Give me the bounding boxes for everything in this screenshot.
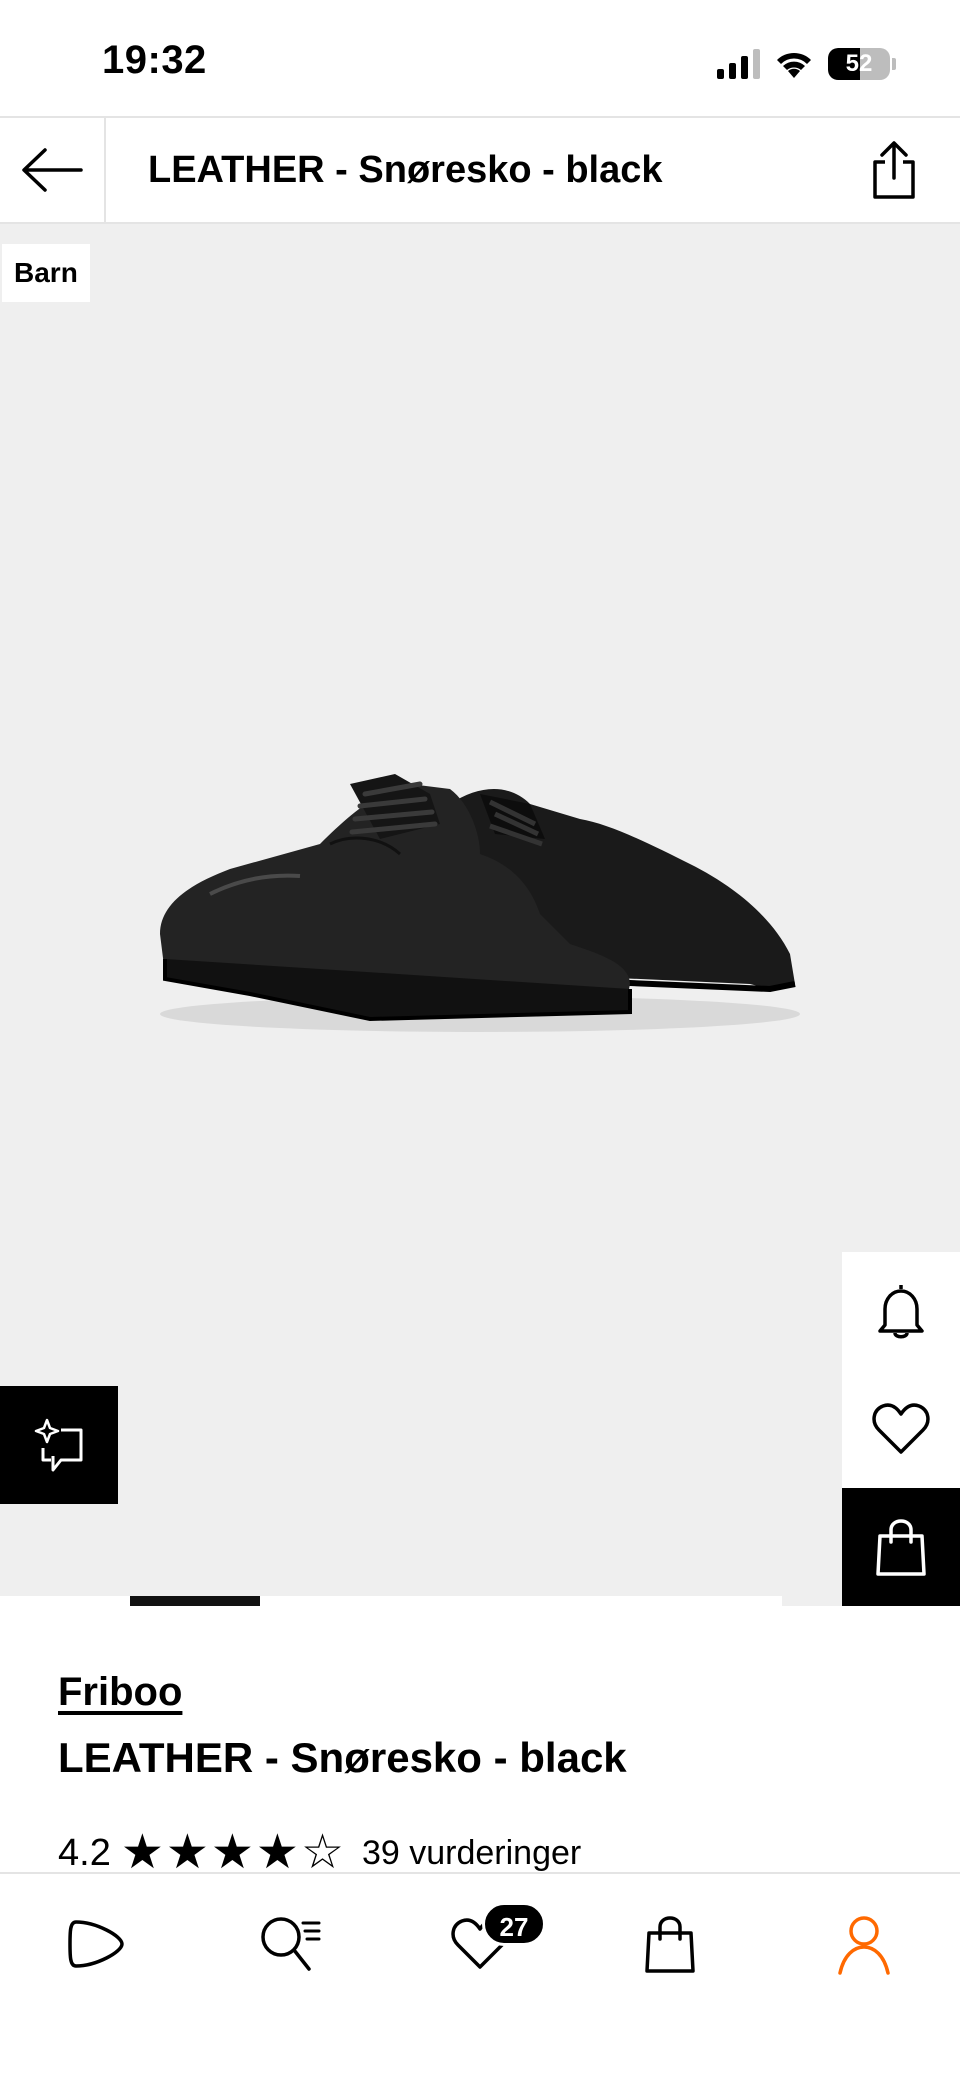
nav-item-profile[interactable] [824, 1904, 904, 1984]
share-icon [873, 141, 915, 199]
back-button[interactable] [0, 118, 106, 222]
signal-icon [717, 49, 760, 79]
profile-icon [838, 1916, 890, 1975]
status-bar: 19:32 52 [0, 0, 960, 116]
star-empty-icon: ☆ [300, 1826, 344, 1879]
carousel-progress [0, 1596, 782, 1606]
status-icons: 52 [717, 44, 896, 84]
star-filled-icon: ★ [165, 1826, 209, 1879]
product-side-actions [842, 1252, 960, 1606]
product-name: LEATHER - Snøresko - black [58, 1734, 627, 1781]
rating-stars: ★ ★ ★ ★ ☆ [121, 1829, 344, 1877]
wishlist-button[interactable] [842, 1370, 960, 1488]
add-to-bag-button[interactable] [842, 1488, 960, 1606]
header: LEATHER - Snøresko - black [0, 116, 960, 224]
status-time: 19:32 [102, 38, 207, 82]
carousel-progress-indicator [130, 1596, 260, 1606]
rating-value: 4.2 [58, 1831, 111, 1874]
ai-assistant-button[interactable] [0, 1386, 118, 1504]
shopping-bag-icon [876, 1519, 926, 1576]
brand-link[interactable]: Friboo [58, 1670, 182, 1715]
product-image-carousel[interactable]: Barn [0, 224, 960, 1606]
nav-item-wishlist[interactable]: 27 [440, 1902, 546, 1984]
rating-count: 39 vurderinger [361, 1833, 582, 1872]
sparkle-chat-icon [34, 1418, 83, 1472]
star-filled-icon: ★ [210, 1826, 254, 1879]
category-tag: Barn [2, 244, 90, 302]
nav-item-search[interactable] [250, 1904, 330, 1984]
wifi-icon [777, 52, 811, 78]
header-title: LEATHER - Snøresko - black [148, 149, 663, 191]
notify-button[interactable] [842, 1252, 960, 1370]
star-filled-icon: ★ [255, 1826, 299, 1879]
battery-icon: 52 [828, 48, 890, 80]
arrow-left-icon [22, 148, 83, 192]
shopping-bag-icon [645, 1916, 695, 1973]
bell-icon [878, 1285, 924, 1339]
nav-item-bag[interactable] [630, 1904, 710, 1984]
product-shoe-image [160, 774, 800, 1032]
search-icon [261, 1917, 321, 1971]
share-button[interactable] [862, 138, 926, 202]
wishlist-count-badge: 27 [482, 1902, 546, 1946]
nav-item-discover[interactable] [56, 1904, 136, 1984]
battery-percent: 52 [845, 50, 873, 77]
play-icon [68, 1920, 124, 1968]
star-filled-icon: ★ [120, 1826, 164, 1879]
heart-icon [872, 1403, 930, 1454]
bottom-nav: 27 [0, 1872, 960, 2078]
